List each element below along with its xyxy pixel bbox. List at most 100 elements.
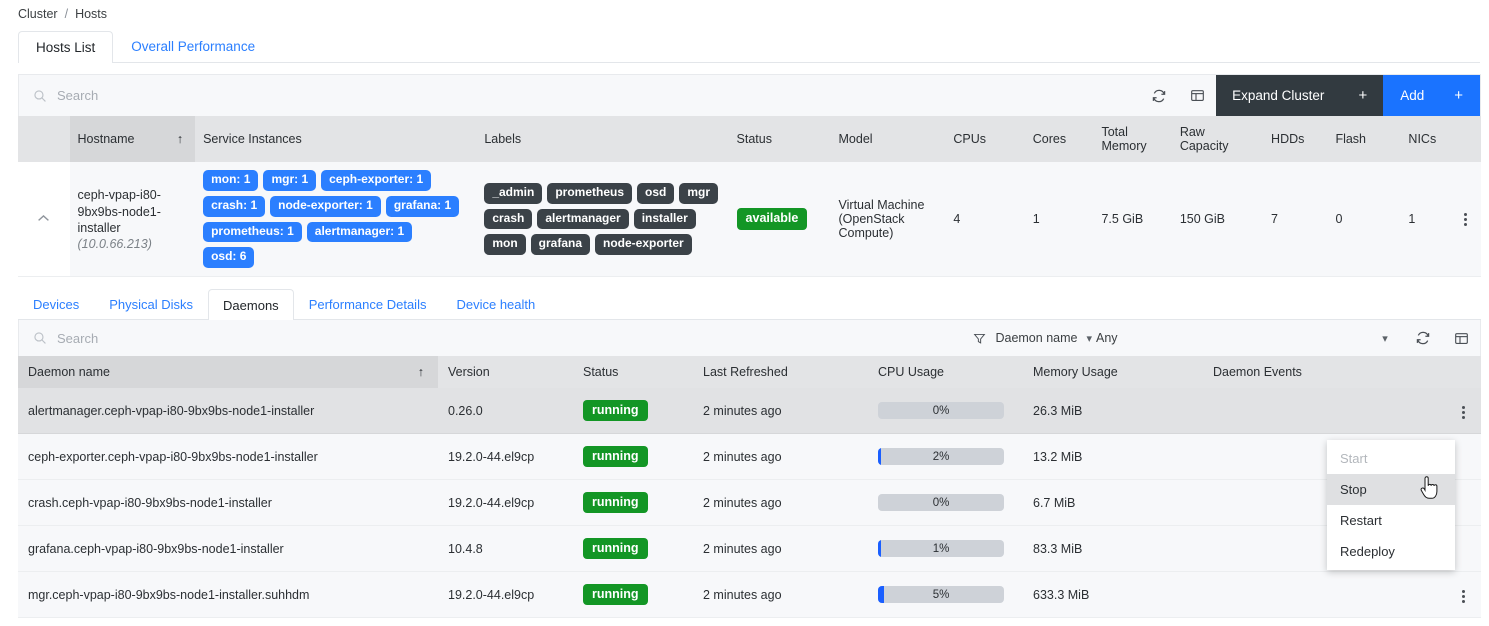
daemons-col-version[interactable]: Version — [438, 356, 573, 388]
hosts-col-nics[interactable]: NICs — [1400, 116, 1481, 162]
daemon-filter-expand-button[interactable]: ▾ — [1366, 332, 1404, 345]
expand-cluster-button[interactable]: Expand Cluster + — [1216, 75, 1384, 116]
daemon-status-cell: running — [573, 525, 693, 572]
tab-device-health[interactable]: Device health — [441, 288, 550, 319]
service-chip[interactable]: crash: 1 — [203, 195, 266, 217]
hosts-col-hdds[interactable]: HDDs — [1263, 116, 1328, 162]
daemon-row-actions-button[interactable] — [1456, 402, 1471, 423]
context-menu-item-restart[interactable]: Restart — [1327, 505, 1455, 536]
daemons-col-last-refreshed[interactable]: Last Refreshed — [693, 356, 868, 388]
cpu-usage-meter: 5% — [878, 586, 1004, 603]
expand-cluster-plus-icon: + — [1358, 87, 1368, 104]
daemon-row-actions-button[interactable] — [1456, 586, 1471, 607]
daemons-col-status[interactable]: Status — [573, 356, 693, 388]
daemon-status-cell: running — [573, 388, 693, 434]
table-row[interactable]: mgr.ceph-vpap-i80-9bx9bs-node1-installer… — [18, 571, 1481, 618]
label-chip[interactable]: installer — [633, 208, 696, 230]
hosts-col-model[interactable]: Model — [830, 116, 946, 162]
label-chip[interactable]: crash — [484, 208, 533, 230]
hosts-col-hostname[interactable]: Hostname ↑ — [69, 116, 196, 162]
service-chip[interactable]: ceph-exporter: 1 — [321, 170, 432, 191]
label-chip[interactable]: node-exporter — [595, 234, 692, 256]
cpu-usage-value: 2% — [932, 450, 950, 463]
service-chip[interactable]: grafana: 1 — [385, 195, 460, 217]
service-chip[interactable]: osd: 6 — [203, 247, 255, 269]
host-service-instances-cell: mon: 1 mgr: 1 ceph-exporter: 1 crash: 1 … — [195, 162, 477, 278]
hosts-toolbar: Search Expand Cluster + Add + — [18, 74, 1481, 116]
hosts-search-box[interactable]: Search — [19, 75, 1140, 116]
hosts-table-settings-button[interactable] — [1178, 75, 1216, 116]
hosts-col-cores[interactable]: Cores — [1024, 116, 1094, 162]
table-row[interactable]: alertmanager.ceph-vpap-i80-9bx9bs-node1-… — [18, 388, 1481, 434]
daemons-search-input[interactable]: Search — [57, 331, 98, 346]
host-row-actions-button[interactable] — [1458, 209, 1473, 230]
table-row[interactable]: crash.ceph-vpap-i80-9bx9bs-node1-install… — [18, 479, 1481, 526]
hosts-page: Cluster / Hosts Hosts List Overall Perfo… — [0, 0, 1489, 626]
label-chip[interactable]: mgr — [679, 182, 719, 204]
tab-hosts-list[interactable]: Hosts List — [18, 31, 114, 63]
hosts-col-labels[interactable]: Labels — [476, 116, 729, 162]
daemon-filter-selector[interactable]: Daemon name ▾ — [973, 331, 1092, 345]
daemon-name: ceph-exporter.ceph-vpap-i80-9bx9bs-node1… — [18, 433, 438, 480]
hosts-refresh-button[interactable] — [1140, 75, 1178, 116]
daemons-table-settings-button[interactable] — [1442, 331, 1480, 346]
daemons-search-box[interactable]: Search — [19, 331, 973, 346]
daemons-col-daemon-events[interactable]: Daemon Events — [1203, 356, 1363, 388]
label-chip[interactable]: grafana — [530, 234, 591, 256]
tab-daemons[interactable]: Daemons — [208, 289, 294, 320]
service-chip[interactable]: alertmanager: 1 — [306, 221, 413, 243]
daemons-col-memory-usage[interactable]: Memory Usage — [1023, 356, 1203, 388]
daemon-cpu-usage-cell: 0% — [868, 479, 1023, 526]
table-row[interactable]: ceph-vpap-i80-9bx9bs-node1-installer (10… — [18, 162, 1481, 278]
daemon-events — [1203, 388, 1363, 434]
search-icon — [33, 89, 47, 103]
label-chip[interactable]: _admin — [484, 182, 543, 204]
daemons-col-cpu-usage[interactable]: CPU Usage — [868, 356, 1023, 388]
daemon-name: alertmanager.ceph-vpap-i80-9bx9bs-node1-… — [18, 388, 438, 434]
status-badge: running — [583, 583, 648, 606]
tab-performance-details[interactable]: Performance Details — [294, 288, 442, 319]
host-row-expander[interactable] — [18, 162, 70, 278]
hosts-search-input[interactable]: Search — [57, 88, 98, 103]
daemon-name: crash.ceph-vpap-i80-9bx9bs-node1-install… — [18, 479, 438, 526]
hosts-col-cpus[interactable]: CPUs — [945, 116, 1025, 162]
cpu-usage-meter: 0% — [878, 494, 1004, 511]
service-chip[interactable]: prometheus: 1 — [203, 221, 302, 243]
service-chip[interactable]: node-exporter: 1 — [270, 195, 381, 217]
daemon-filter-value[interactable]: Any — [1096, 331, 1366, 345]
breadcrumb-root[interactable]: Cluster — [18, 7, 58, 21]
tab-devices[interactable]: Devices — [18, 288, 94, 319]
tab-physical-disks[interactable]: Physical Disks — [94, 288, 208, 319]
tab-overall-performance[interactable]: Overall Performance — [113, 30, 273, 62]
breadcrumb-current[interactable]: Hosts — [75, 7, 107, 21]
add-host-button[interactable]: Add + — [1383, 75, 1480, 116]
daemons-col-daemon-name[interactable]: Daemon name ↑ — [18, 356, 438, 388]
host-hostname-cell: ceph-vpap-i80-9bx9bs-node1-installer (10… — [69, 162, 196, 278]
context-menu-item-redeploy[interactable]: Redeploy — [1327, 536, 1455, 567]
service-chip[interactable]: mgr: 1 — [263, 170, 317, 191]
hosts-col-raw-capacity[interactable]: Raw Capacity — [1171, 116, 1264, 162]
hosts-col-total-memory[interactable]: Total Memory — [1093, 116, 1172, 162]
sort-ascending-icon: ↑ — [176, 132, 184, 146]
hosts-col-service-instances[interactable]: Service Instances — [195, 116, 477, 162]
label-chip[interactable]: osd — [637, 182, 675, 204]
hosts-col-status[interactable]: Status — [728, 116, 831, 162]
table-row[interactable]: ceph-exporter.ceph-vpap-i80-9bx9bs-node1… — [18, 433, 1481, 480]
daemon-last-refreshed: 2 minutes ago — [693, 433, 868, 480]
status-badge: running — [583, 537, 648, 560]
daemons-refresh-button[interactable] — [1404, 330, 1442, 346]
table-row[interactable]: grafana.ceph-vpap-i80-9bx9bs-node1-insta… — [18, 525, 1481, 572]
label-chip[interactable]: mon — [484, 234, 526, 256]
label-chip[interactable]: prometheus — [547, 182, 633, 204]
host-hdds: 7 — [1263, 162, 1328, 278]
host-nics-cell: 1 — [1400, 162, 1481, 278]
hosts-col-flash[interactable]: Flash — [1327, 116, 1401, 162]
hosts-table: Hostname ↑ Service Instances Labels Stat… — [18, 116, 1481, 278]
hosts-col-spacer — [18, 116, 70, 162]
hosts-table-header-row: Hostname ↑ Service Instances Labels Stat… — [18, 116, 1481, 162]
daemons-table-body: alertmanager.ceph-vpap-i80-9bx9bs-node1-… — [18, 388, 1481, 618]
label-chip[interactable]: alertmanager — [537, 208, 629, 230]
daemon-memory-usage: 6.7 MiB — [1023, 479, 1203, 526]
context-menu-item-stop[interactable]: Stop — [1327, 474, 1455, 505]
service-chip[interactable]: mon: 1 — [203, 170, 259, 191]
